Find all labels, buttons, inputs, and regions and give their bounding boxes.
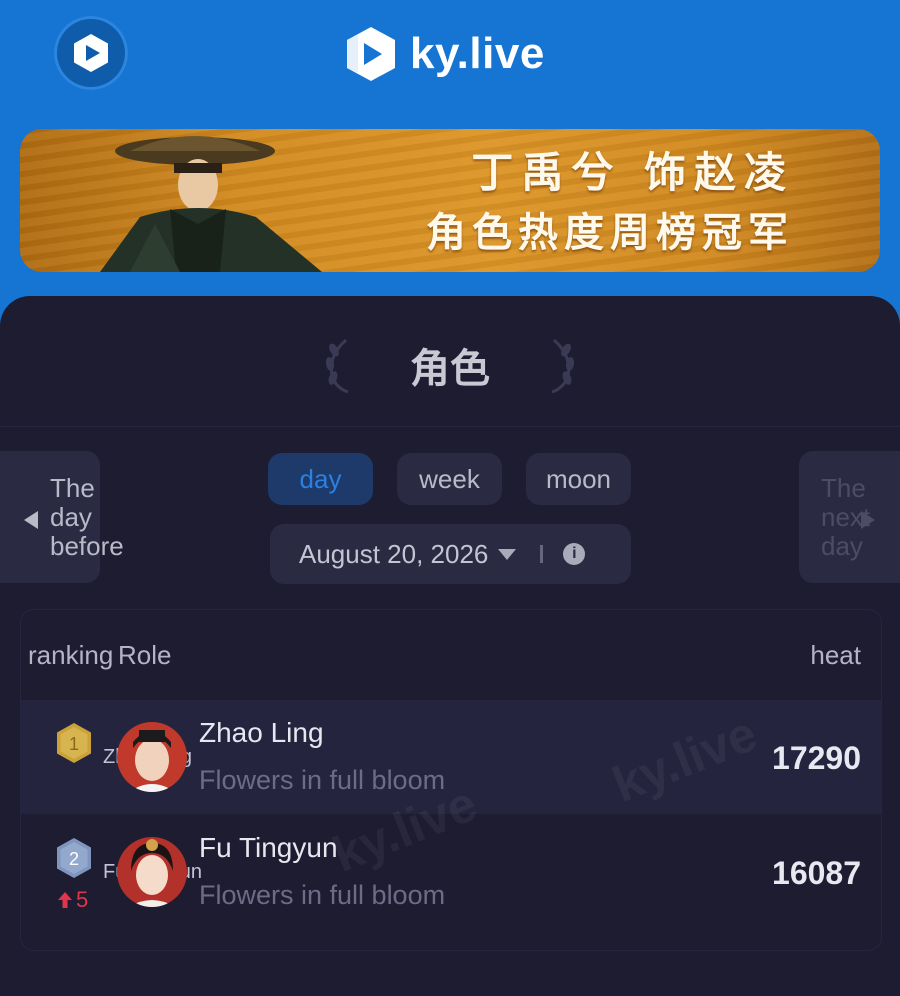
svg-text:2: 2: [69, 849, 79, 869]
arrow-up-icon: [58, 892, 72, 908]
svg-text:1: 1: [69, 734, 79, 754]
divider: [0, 426, 900, 427]
chevron-right-icon: [861, 511, 875, 529]
tab-week[interactable]: week: [397, 453, 502, 505]
previous-day-button[interactable]: The day before: [0, 451, 124, 583]
avatar-image: [117, 722, 187, 792]
laurel-right-icon: [551, 338, 575, 394]
brand-logo[interactable]: ky.live: [344, 24, 545, 84]
previous-day-label: The day before: [50, 473, 124, 561]
brand-name: ky.live: [410, 29, 545, 78]
play-logo-icon: [74, 34, 108, 72]
table-header: ranking Role heat: [21, 610, 881, 700]
rank-change-value: 5: [76, 887, 89, 912]
next-day-button[interactable]: The next day: [799, 451, 900, 583]
rank-badge-gold: 1: [57, 723, 91, 763]
brand-mark-icon: [347, 27, 395, 81]
date-picker[interactable]: August 20, 2026 i: [270, 524, 631, 584]
promo-banner[interactable]: 丁禹兮 饰赵凌 角色热度周榜冠军: [20, 129, 880, 272]
role-name[interactable]: Fu Tingyun: [199, 832, 338, 864]
banner-subheadline: 角色热度周榜冠军: [426, 210, 794, 256]
banner-headline: 丁禹兮 饰赵凌: [471, 148, 794, 197]
rank-change: 5: [57, 887, 88, 913]
drama-title[interactable]: Flowers in full bloom: [199, 880, 445, 911]
section-title: 角色: [410, 346, 490, 392]
caret-down-icon: [498, 548, 517, 560]
avatar[interactable]: [117, 722, 187, 792]
avatar-image: [117, 837, 187, 907]
info-icon[interactable]: i: [563, 543, 586, 565]
rank-badge-silver: 2: [57, 838, 91, 878]
tab-moon[interactable]: moon: [526, 453, 631, 505]
separator: [540, 545, 544, 563]
header-role: Role: [118, 640, 172, 670]
avatar[interactable]: [117, 837, 187, 907]
heat-value: 16087: [772, 855, 861, 891]
next-day-label: The next day: [821, 473, 871, 561]
drama-title[interactable]: Flowers in full bloom: [199, 765, 445, 796]
heat-value: 17290: [772, 740, 861, 776]
header-heat[interactable]: heat: [810, 640, 861, 671]
app-menu-button[interactable]: [54, 16, 128, 90]
character-illustration: [100, 136, 322, 272]
date-value: August 20, 2026: [299, 538, 489, 569]
chevron-left-icon: [24, 511, 38, 529]
role-name[interactable]: Zhao Ling: [199, 717, 324, 749]
header-ranking: ranking: [28, 640, 114, 670]
tab-day[interactable]: day: [268, 453, 373, 505]
